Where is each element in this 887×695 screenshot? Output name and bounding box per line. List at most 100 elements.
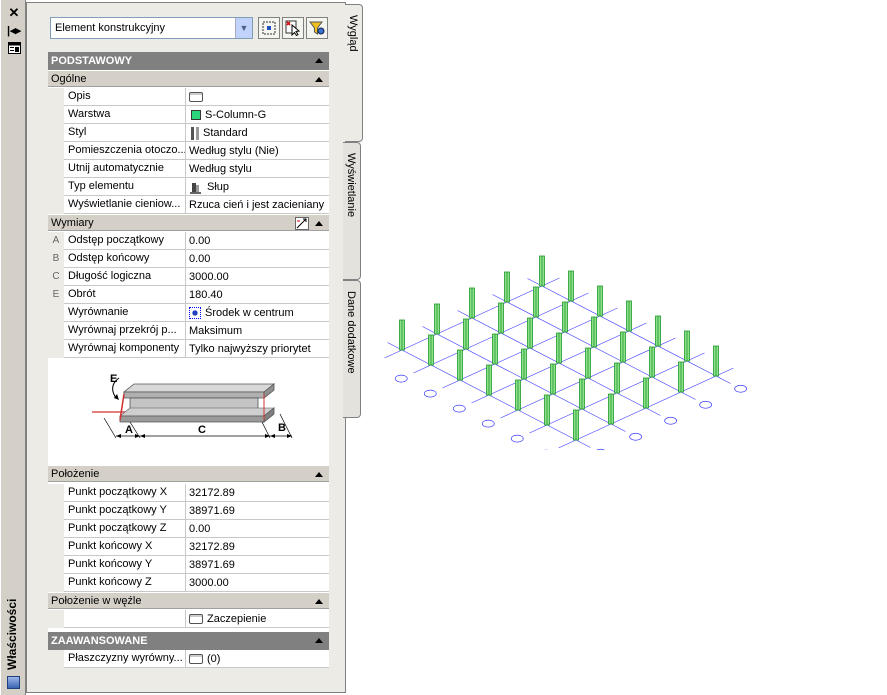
property-value[interactable]: Według stylu <box>187 160 329 178</box>
grid-bubble <box>734 384 747 393</box>
select-objects-button[interactable] <box>282 17 304 39</box>
row-gutter <box>48 502 64 520</box>
property-name: Utnij automatycznie <box>65 160 186 178</box>
property-row-description[interactable]: Opis <box>48 88 329 106</box>
property-value[interactable]: 180.40 <box>187 286 329 304</box>
property-row-end-offset[interactable]: B Odstęp końcowy 0.00 <box>48 250 329 268</box>
section-location[interactable]: Położenie <box>48 465 329 482</box>
properties-icon[interactable] <box>7 676 20 689</box>
property-grid: PODSTAWOWY Ogólne Opis Warstwa S-Column-… <box>48 52 329 668</box>
property-row-justify[interactable]: Wyrównanie Środek w centrum <box>48 304 329 322</box>
drawing-area[interactable] <box>380 140 880 450</box>
anchor-icon[interactable] <box>189 614 203 624</box>
property-name: Warstwa <box>65 106 186 124</box>
collapse-icon[interactable] <box>315 638 323 643</box>
layer-color-icon <box>191 110 201 120</box>
property-row-style[interactable]: Styl Standard <box>48 124 329 142</box>
property-row-auto-trim[interactable]: Utnij automatycznie Według stylu <box>48 160 329 178</box>
section-general[interactable]: Ogólne <box>48 70 329 87</box>
close-icon[interactable]: ✕ <box>6 6 22 20</box>
property-value[interactable]: 3000.00 <box>187 268 329 286</box>
autohide-icon[interactable]: |◂▸ <box>6 24 22 38</box>
diagram-label-b: B <box>278 422 286 434</box>
property-value[interactable]: Maksimum <box>187 322 329 340</box>
property-row-layer[interactable]: Warstwa S-Column-G <box>48 106 329 124</box>
tab-design[interactable]: Wygląd <box>345 4 363 142</box>
tab-label: Dane dodatkowe <box>345 291 357 374</box>
note-icon[interactable] <box>189 92 203 102</box>
property-name: Punkt końcowy Z <box>65 574 186 592</box>
property-value[interactable]: Środek w centrum <box>187 304 329 322</box>
filter-button[interactable] <box>306 17 328 39</box>
diagram-label-e: E <box>110 373 117 385</box>
grid-bubble <box>629 432 642 441</box>
property-value[interactable]: Tylko najwyższy priorytet <box>187 340 329 358</box>
property-value[interactable]: 32172.89 <box>187 484 329 502</box>
property-row-end-y[interactable]: Punkt końcowy Y 38971.69 <box>48 556 329 574</box>
chevron-down-icon[interactable]: ▼ <box>235 18 252 38</box>
section-node-location[interactable]: Położenie w węźle <box>48 592 329 609</box>
property-row-member-type[interactable]: Typ elementu Słup <box>48 178 329 196</box>
collapse-icon[interactable] <box>315 58 323 63</box>
property-name: Punkt końcowy X <box>65 538 186 556</box>
property-row-end-z[interactable]: Punkt końcowy Z 3000.00 <box>48 574 329 592</box>
property-row-alignment-planes[interactable]: Płaszczyzny wyrówny... (0) <box>48 650 329 668</box>
property-value[interactable] <box>187 88 329 106</box>
property-row-start-z[interactable]: Punkt początkowy Z 0.00 <box>48 520 329 538</box>
property-value[interactable]: Słup <box>187 178 329 196</box>
properties-menu-icon[interactable] <box>6 42 22 56</box>
property-row-bounding-spaces[interactable]: Pomieszczenia otoczo... Według stylu (Ni… <box>48 142 329 160</box>
collapse-icon[interactable] <box>315 472 323 477</box>
property-row-justify-section[interactable]: Wyrównaj przekrój p... Maksimum <box>48 322 329 340</box>
property-row-start-y[interactable]: Punkt początkowy Y 38971.69 <box>48 502 329 520</box>
collapse-icon[interactable] <box>315 77 323 82</box>
property-value[interactable]: 0.00 <box>187 250 329 268</box>
property-row-justify-components[interactable]: Wyrównaj komponenty Tylko najwyższy prio… <box>48 340 329 358</box>
property-value[interactable]: 38971.69 <box>187 556 329 574</box>
property-value[interactable]: 0.00 <box>187 520 329 538</box>
property-row-shadow-display[interactable]: Wyświetlanie cieniow... Rzuca cień i jes… <box>48 196 329 214</box>
property-row-anchor[interactable]: Zaczepienie <box>48 610 329 628</box>
property-value[interactable]: Według stylu (Nie) <box>187 142 329 160</box>
anchor-value: Zaczepienie <box>207 612 267 625</box>
row-key-label <box>48 304 64 322</box>
property-name: Pomieszczenia otoczo... <box>65 142 186 160</box>
collapse-icon[interactable] <box>315 599 323 604</box>
quick-select-button[interactable] <box>258 17 280 39</box>
property-value[interactable]: 38971.69 <box>187 502 329 520</box>
row-gutter <box>48 88 64 106</box>
row-key-label <box>48 322 64 340</box>
row-gutter <box>48 124 64 142</box>
row-gutter <box>48 610 64 628</box>
collapse-icon[interactable] <box>315 221 323 226</box>
grid-bubble <box>452 404 466 413</box>
property-value[interactable]: 32172.89 <box>187 538 329 556</box>
tab-extended-data[interactable]: Dane dodatkowe <box>343 280 361 418</box>
category-advanced[interactable]: ZAAWANSOWANE <box>48 632 329 650</box>
property-value[interactable]: (0) <box>187 650 329 668</box>
selection-type-dropdown[interactable]: Element konstrukcyjny ▼ <box>50 17 253 39</box>
quick-select-icon <box>262 21 276 35</box>
layer-value: S-Column-G <box>205 108 267 121</box>
property-row-start-offset[interactable]: A Odstęp początkowy 0.00 <box>48 232 329 250</box>
property-value[interactable]: 0.00 <box>187 232 329 250</box>
category-basic[interactable]: PODSTAWOWY <box>48 52 329 70</box>
grid-bubble <box>394 374 408 383</box>
row-gutter <box>48 520 64 538</box>
property-row-rotation[interactable]: E Obrót 180.40 <box>48 286 329 304</box>
property-name: Typ elementu <box>65 178 186 196</box>
section-label: Ogólne <box>51 73 87 85</box>
property-value[interactable]: Standard <box>187 124 329 142</box>
property-value[interactable]: Zaczepienie <box>187 610 329 628</box>
property-row-end-x[interactable]: Punkt końcowy X 32172.89 <box>48 538 329 556</box>
property-value[interactable]: 3000.00 <box>187 574 329 592</box>
property-row-logical-length[interactable]: C Długość logiczna 3000.00 <box>48 268 329 286</box>
tab-display[interactable]: Wyświetlanie <box>343 142 361 280</box>
property-row-start-x[interactable]: Punkt początkowy X 32172.89 <box>48 484 329 502</box>
row-gutter <box>48 142 64 160</box>
note-icon[interactable] <box>189 654 203 664</box>
section-dimensions[interactable]: Wymiary <box>48 214 329 231</box>
property-value[interactable]: S-Column-G <box>187 106 329 124</box>
dimension-settings-icon[interactable] <box>295 217 309 230</box>
property-value[interactable]: Rzuca cień i jest zacieniany <box>187 196 329 214</box>
